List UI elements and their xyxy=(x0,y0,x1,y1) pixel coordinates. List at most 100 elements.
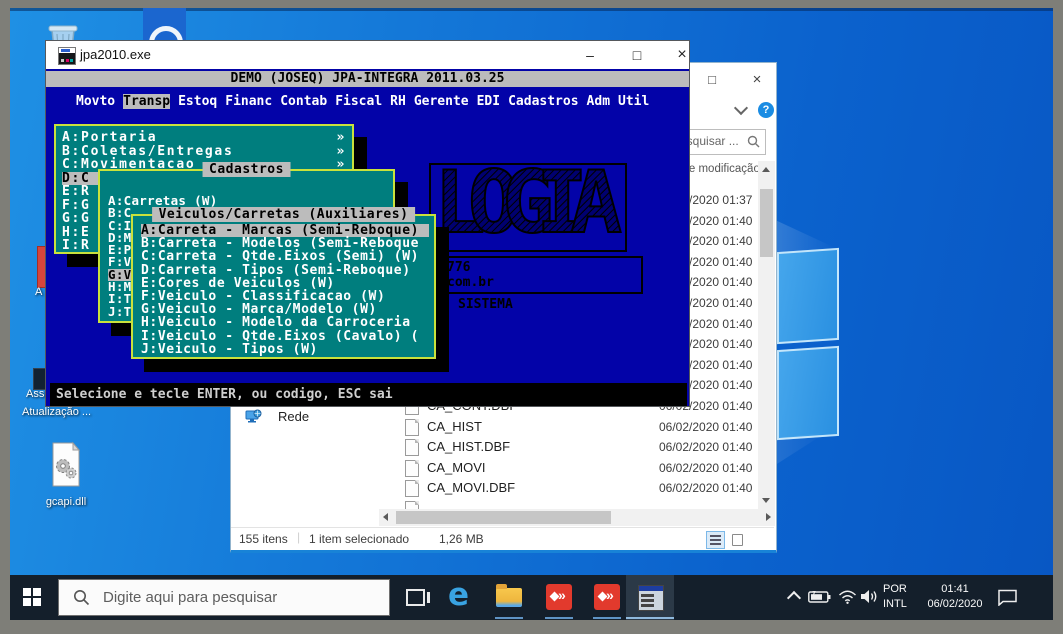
dos-menu-adm[interactable]: Adm xyxy=(587,94,610,109)
dos-menu-rh[interactable]: RH xyxy=(390,94,406,109)
taskbar-app-red-2[interactable]: » xyxy=(585,575,629,620)
scroll-right-icon[interactable] xyxy=(766,513,771,521)
scroll-left-icon[interactable] xyxy=(383,513,388,521)
jpa2010-minimize-button[interactable]: – xyxy=(576,45,604,65)
desktop-shortcut-updater-label-1[interactable]: Ass xyxy=(26,388,44,400)
vertical-scroll-thumb[interactable] xyxy=(760,189,773,257)
menu-item-label: C:Carreta - Qtde.Eixos (Semi) (W) xyxy=(141,250,419,263)
desktop-shortcut-red-label[interactable]: A xyxy=(35,286,42,298)
dos-menu-fiscal[interactable]: Fiscal xyxy=(335,94,382,109)
file-icon xyxy=(405,419,419,436)
dos-menu-transp[interactable]: Transp xyxy=(123,94,170,109)
jpa2010-close-button[interactable]: × xyxy=(668,45,696,65)
jpa2010-maximize-button[interactable]: □ xyxy=(623,45,651,65)
jpa2010-window-title: jpa2010.exe xyxy=(80,47,151,62)
background-window-fragment xyxy=(143,8,186,41)
explorer-maximize-button[interactable]: □ xyxy=(697,70,727,90)
file-row[interactable]: CA_HIST06/02/2020 01:40 xyxy=(231,417,758,437)
dos-menu-financ[interactable]: Financ xyxy=(225,94,272,109)
clock[interactable]: 01:41 06/02/2020 xyxy=(915,582,995,612)
selection-count: 1 item selecionado xyxy=(309,532,409,546)
file-name: CA_MOVI xyxy=(427,458,486,478)
search-icon xyxy=(73,589,90,606)
file-name: CA_MOVI.DBF xyxy=(427,478,515,498)
action-center-icon[interactable] xyxy=(997,589,1018,606)
taskbar-app-edge[interactable]: e xyxy=(440,575,484,620)
file-icon xyxy=(405,460,419,477)
active-indicator xyxy=(626,617,674,619)
menu-item[interactable]: J:Veiculo - Tipos (W) xyxy=(141,343,429,356)
menu-veiculos-carretas: Veiculos/Carretas (Auxiliares) A:Carreta… xyxy=(131,214,436,359)
dos-menu-util[interactable]: Util xyxy=(618,94,649,109)
file-row[interactable]: CA_HIST.DBF06/02/2020 01:40 xyxy=(231,437,758,457)
thumbnails-view-button[interactable] xyxy=(729,531,746,547)
menu-veiculos-title: Veiculos/Carretas (Auxiliares) xyxy=(152,207,416,222)
info-line-2: com.br xyxy=(447,275,641,290)
dos-status-line: Selecione e tecle ENTER, ou codigo, ESC … xyxy=(50,383,687,406)
file-row[interactable]: CA_MOVI06/02/2020 01:40 xyxy=(231,458,758,478)
jpa2010-app-icon xyxy=(638,585,664,611)
scroll-up-icon[interactable] xyxy=(762,167,770,172)
taskbar-search-input[interactable]: Digite aqui para pesquisar xyxy=(58,579,390,616)
menu-item-label: I:Veiculo - Qtde.Eixos (Cavalo) ( xyxy=(141,330,419,343)
tray-hidden-icons-chevron-icon[interactable] xyxy=(787,591,801,605)
clock-date: 06/02/2020 xyxy=(915,597,995,612)
items-count: 155 itens xyxy=(239,532,288,546)
vertical-scrollbar[interactable] xyxy=(758,161,775,509)
volume-icon[interactable] xyxy=(860,589,880,604)
menu-item[interactable]: C:Carreta - Qtde.Eixos (Semi) (W) xyxy=(141,250,429,263)
wallpaper-logo-pane-bottom xyxy=(777,346,839,440)
edge-icon: e xyxy=(448,577,469,613)
menu-cadastros-title: Cadastros xyxy=(202,162,291,177)
red-app-icon: » xyxy=(594,584,620,610)
jpa2010-title-bar[interactable]: jpa2010.exe – □ × xyxy=(46,41,689,69)
menu-item[interactable]: D:Carreta - Tipos (Semi-Reboque) xyxy=(141,264,429,277)
explorer-close-button[interactable]: × xyxy=(742,70,772,90)
start-button[interactable] xyxy=(10,575,54,620)
details-view-button[interactable] xyxy=(706,531,725,549)
menu-item[interactable]: H:Veiculo - Modelo da Carroceria xyxy=(141,316,429,329)
menu-item[interactable]: I:Veiculo - Qtde.Eixos (Cavalo) ( xyxy=(141,330,429,343)
scroll-down-icon[interactable] xyxy=(762,498,770,503)
dos-menu-estoq[interactable]: Estoq xyxy=(178,94,217,109)
task-view-button[interactable] xyxy=(396,575,438,620)
ribbon-collapse-chevron-icon[interactable] xyxy=(734,101,748,115)
dos-menu-contab[interactable]: Contab xyxy=(280,94,327,109)
menu-item[interactable]: A:Portaria» xyxy=(62,131,346,145)
menu-item-label: E:R xyxy=(62,185,91,199)
explorer-status-bar: 155 itens | 1 item selecionado 1,26 MB xyxy=(231,527,774,550)
selection-size: 1,26 MB xyxy=(439,532,484,546)
taskbar-app-file-explorer[interactable] xyxy=(487,575,531,620)
battery-icon[interactable] xyxy=(808,591,831,603)
task-view-icon xyxy=(406,589,425,606)
taskbar: Digite aqui para pesquisar e » » xyxy=(10,575,1053,620)
wifi-icon[interactable] xyxy=(838,590,857,604)
help-icon[interactable]: ? xyxy=(758,102,774,118)
desktop-shortcut-updater-label-2[interactable]: Atualização ... xyxy=(22,406,91,418)
file-name: CA_HIST.DBF xyxy=(427,437,510,457)
menu-item-label: D:C xyxy=(62,172,91,186)
clock-time: 01:41 xyxy=(915,582,995,597)
dos-menu-gerente[interactable]: Gerente xyxy=(414,94,469,109)
language-indicator[interactable]: POR INTL xyxy=(883,582,907,612)
file-row[interactable]: CA_MOVI.DBF06/02/2020 01:40 xyxy=(231,478,758,498)
running-indicator xyxy=(545,617,573,619)
dos-menu-edi[interactable]: EDI xyxy=(477,94,500,109)
running-indicator xyxy=(495,617,523,619)
menu-item[interactable]: B:Coletas/Entregas» xyxy=(62,145,346,159)
taskbar-app-jpa2010-active[interactable] xyxy=(626,575,674,620)
dos-menu-movto[interactable]: Movto xyxy=(76,94,115,109)
taskbar-app-red-1[interactable]: » xyxy=(537,575,581,620)
file-explorer-icon xyxy=(496,588,522,607)
jpa2010-window: jpa2010.exe – □ × DEMO (JOSEQ) JPA-INTEG… xyxy=(45,40,690,407)
menu-item[interactable]: E:Cores de Veiculos (W) xyxy=(141,277,429,290)
horizontal-scroll-thumb[interactable] xyxy=(396,511,611,524)
menu-item[interactable]: A:Carretas (W) xyxy=(108,195,387,207)
file-name: CA_HIST xyxy=(427,417,482,437)
dos-menu-cadastros[interactable]: Cadastros xyxy=(508,94,578,109)
screen: A Ass Atualização ... gcapi.dll – □ × ? … xyxy=(0,0,1063,634)
gcapi-dll-icon[interactable] xyxy=(48,441,84,489)
ms-dos-app-icon xyxy=(58,47,76,65)
desktop-shortcut-gcapi-label[interactable]: gcapi.dll xyxy=(36,496,96,508)
horizontal-scrollbar[interactable] xyxy=(379,509,775,526)
